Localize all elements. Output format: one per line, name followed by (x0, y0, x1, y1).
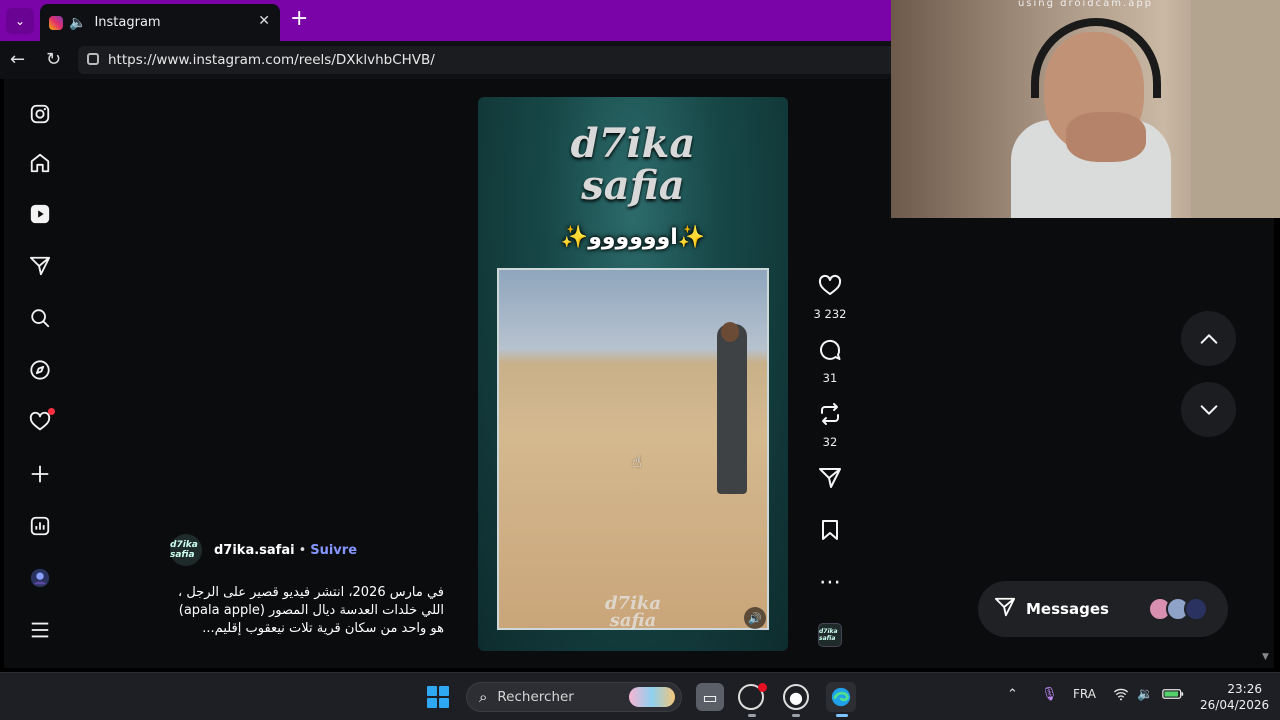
reels-icon[interactable] (28, 202, 52, 226)
messages-label: Messages (1026, 600, 1109, 618)
droidcam-icon[interactable]: ● (783, 684, 809, 710)
microphone-icon[interactable]: 🎙 (1041, 687, 1058, 702)
dashboard-icon[interactable] (28, 514, 52, 538)
sidebar (4, 79, 76, 668)
menu-icon[interactable] (28, 618, 52, 642)
new-tab-button[interactable]: + (290, 8, 308, 30)
separator-dot: • (298, 542, 307, 558)
app-running-indicator (748, 714, 756, 717)
reel-video-player[interactable]: d7ika safia ✨اوووووو✨ d7ika safia 🔊 (478, 97, 788, 651)
heart-icon (810, 274, 850, 305)
post-author: d7ika safia d7ika.safai • Suivre (170, 534, 357, 566)
share-button[interactable] (810, 466, 850, 497)
edge-icon[interactable] (826, 682, 856, 712)
explore-icon[interactable] (28, 358, 52, 382)
caption-line: هو واحد من سكان قرية تلات نيعقوب إقليم..… (202, 621, 444, 636)
reel-inner-video (497, 268, 769, 630)
share-icon (810, 466, 850, 497)
webcam-overlay: using droidcam.app (891, 0, 1280, 218)
bookmark-icon (810, 518, 850, 549)
person-figure (717, 324, 747, 494)
back-button[interactable]: ← (10, 49, 25, 70)
instagram-logo-icon[interactable] (28, 102, 52, 126)
messages-button[interactable]: Messages (978, 581, 1228, 637)
create-icon[interactable] (28, 462, 52, 486)
like-button[interactable]: 3 232 (810, 274, 850, 321)
clock-time: 23:26 (1227, 682, 1262, 696)
person-head (721, 322, 739, 342)
next-reel-button[interactable] (1181, 382, 1236, 437)
repost-icon (810, 402, 850, 433)
message-avatars (1148, 597, 1208, 621)
comment-count: 31 (822, 371, 838, 385)
language-indicator[interactable]: FRA (1073, 687, 1096, 701)
repost-count: 32 (822, 435, 838, 449)
post-caption[interactable]: في مارس 2026، انتشر فيديو قصير على الرجل… (150, 584, 444, 638)
taskbar-search-box[interactable]: ⌕ Rechercher (466, 682, 682, 712)
clock-date: 26/04/2026 (1200, 698, 1270, 712)
wifi-icon[interactable] (1113, 687, 1129, 705)
avatar (1184, 597, 1208, 621)
comment-button[interactable]: 31 (810, 338, 850, 385)
mute-toggle-icon[interactable]: 🔊 (744, 607, 766, 629)
reel-logo: d7ika safia (478, 123, 788, 207)
home-icon[interactable] (28, 151, 52, 175)
previous-reel-button[interactable] (1181, 311, 1236, 366)
save-button[interactable] (810, 518, 850, 549)
notifications-icon[interactable] (28, 408, 55, 434)
notification-dot (758, 683, 767, 692)
like-count: 3 232 (813, 307, 847, 321)
notification-badge (48, 408, 55, 415)
tab-instagram[interactable]: 🔈 Instagram ✕ (40, 4, 280, 41)
author-avatar[interactable]: d7ika safia (170, 534, 202, 566)
audio-avatar[interactable]: d7ika safia (818, 623, 842, 647)
webcam-wall (1191, 0, 1280, 218)
messages-icon[interactable] (28, 254, 52, 278)
system-clock[interactable]: 23:26 26/04/2026 (1200, 681, 1270, 713)
search-highlight-image (629, 687, 675, 707)
tab-menu-button[interactable]: ⌄ (6, 8, 34, 34)
webcam-person-hand (1066, 112, 1146, 162)
messages-icon (994, 596, 1016, 623)
droidcam-watermark: using droidcam.app (1017, 0, 1154, 9)
instagram-favicon-icon (49, 15, 63, 30)
scroll-down-arrow-icon[interactable]: ▼ (1262, 652, 1269, 662)
reel-logo-line: safia (581, 162, 685, 209)
windows-taskbar: ⌕ Rechercher ▭ ● ⌃ 🎙 FRA 🔉 23:26 26/04/2… (0, 672, 1280, 720)
chevron-down-icon (1200, 404, 1217, 415)
site-info-icon[interactable] (87, 53, 99, 65)
follow-button[interactable]: Suivre (310, 543, 357, 558)
volume-icon[interactable]: 🔉 (1137, 687, 1153, 702)
watermark-line: safia (609, 610, 657, 631)
reel-watermark: d7ika safia (478, 595, 788, 631)
tab-title: Instagram (94, 15, 161, 30)
search-icon[interactable] (28, 306, 52, 330)
search-icon: ⌕ (479, 688, 488, 706)
comment-icon (810, 338, 850, 369)
reel-overlay-title: ✨اوووووو✨ (560, 225, 706, 250)
search-placeholder: Rechercher (497, 689, 574, 705)
caption-line: في مارس 2026، انتشر فيديو قصير على الرجل… (178, 585, 444, 600)
caption-line: اللي خلدات العدسة ديال المصور (apala app… (178, 603, 444, 618)
headset-icon (1031, 18, 1161, 98)
more-icon: ⋯ (819, 570, 841, 595)
reel-logo-line: d7ika (570, 120, 696, 167)
repost-button[interactable]: 32 (810, 402, 850, 449)
app-active-indicator (836, 714, 848, 717)
mouse-cursor-icon: ☝ (632, 452, 642, 471)
chevron-up-icon (1200, 333, 1217, 344)
reload-button[interactable]: ↻ (46, 49, 61, 70)
close-tab-icon[interactable]: ✕ (258, 13, 270, 29)
speaker-icon[interactable]: 🔈 (69, 15, 86, 31)
more-options-button[interactable]: ⋯ (810, 570, 850, 596)
app-running-indicator (792, 714, 800, 717)
author-name[interactable]: d7ika.safai (214, 543, 295, 558)
url-text: https://www.instagram.com/reels/DXklvhbC… (108, 52, 435, 68)
url-field[interactable]: https://www.instagram.com/reels/DXklvhbC… (78, 46, 918, 74)
battery-icon[interactable] (1162, 687, 1184, 705)
windows-start-icon[interactable] (427, 686, 449, 708)
tray-overflow-icon[interactable]: ⌃ (1007, 687, 1018, 702)
task-view-icon[interactable]: ▭ (696, 683, 724, 711)
profile-avatar[interactable] (28, 566, 52, 590)
